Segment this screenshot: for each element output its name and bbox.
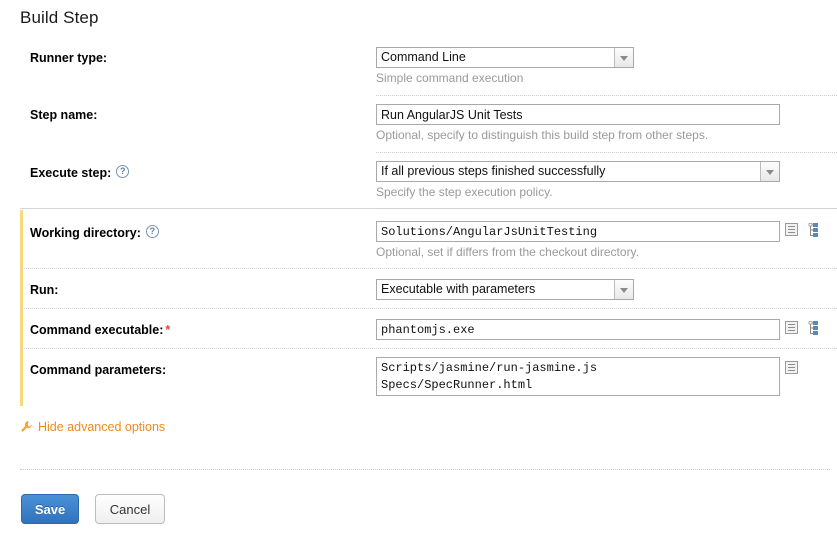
run-select-value: Executable with parameters [381, 282, 536, 296]
execute-step-label: Execute step:? [30, 165, 130, 180]
tree-browse-icon[interactable] [808, 321, 823, 335]
run-select[interactable]: Executable with parameters [376, 279, 634, 300]
chevron-down-icon[interactable] [614, 48, 633, 67]
command-parameters-textarea[interactable] [376, 357, 780, 396]
step-name-label: Step name: [30, 108, 98, 122]
step-name-hint: Optional, specify to distinguish this bu… [376, 128, 709, 142]
separator-dotted [376, 208, 837, 209]
hide-advanced-options-label: Hide advanced options [38, 420, 166, 434]
execute-step-select[interactable]: If all previous steps finished successfu… [376, 161, 780, 182]
execute-step-label-text: Execute step: [30, 166, 112, 180]
runner-type-select-value: Command Line [381, 50, 466, 64]
hide-advanced-options-toggle[interactable]: Hide advanced options [20, 420, 165, 436]
working-directory-field-icons [785, 223, 823, 237]
working-directory-input[interactable] [376, 221, 780, 242]
command-executable-field-icons [785, 321, 823, 335]
required-marker: * [165, 323, 171, 337]
runner-type-label: Runner type: [30, 51, 108, 65]
separator-dotted [20, 348, 837, 349]
tree-browse-icon[interactable] [808, 223, 823, 237]
edit-lines-icon[interactable] [785, 361, 798, 374]
help-icon[interactable]: ? [116, 165, 130, 178]
command-executable-label: Command executable: * [30, 323, 170, 337]
separator-dotted [376, 95, 837, 96]
run-label: Run: [30, 283, 59, 297]
separator-dotted [20, 268, 837, 269]
edit-lines-icon[interactable] [785, 321, 798, 334]
cancel-button[interactable]: Cancel [95, 494, 165, 524]
wrench-icon [20, 420, 33, 436]
step-name-input[interactable] [376, 104, 780, 125]
execute-step-select-value: If all previous steps finished successfu… [381, 164, 606, 178]
command-executable-input[interactable] [376, 319, 780, 340]
chevron-down-icon[interactable] [614, 280, 633, 299]
separator-footer [20, 469, 830, 470]
separator-dotted [376, 152, 837, 153]
execute-step-hint: Specify the step execution policy. [376, 185, 553, 199]
help-icon[interactable]: ? [145, 225, 159, 238]
runner-type-select[interactable]: Command Line [376, 47, 634, 68]
working-directory-hint: Optional, set if differs from the checko… [376, 245, 640, 259]
runner-type-hint: Simple command execution [376, 71, 524, 85]
command-parameters-label: Command parameters: [30, 363, 167, 377]
edit-lines-icon[interactable] [785, 223, 798, 236]
chevron-down-icon[interactable] [760, 162, 779, 181]
page-title: Build Step [20, 8, 99, 27]
working-directory-label: Working directory:? [30, 225, 159, 240]
separator-dotted [20, 308, 837, 309]
command-parameters-field-icons [785, 361, 798, 375]
command-executable-label-text: Command executable: [30, 323, 164, 337]
save-button[interactable]: Save [21, 494, 79, 524]
working-directory-label-text: Working directory: [30, 226, 141, 240]
